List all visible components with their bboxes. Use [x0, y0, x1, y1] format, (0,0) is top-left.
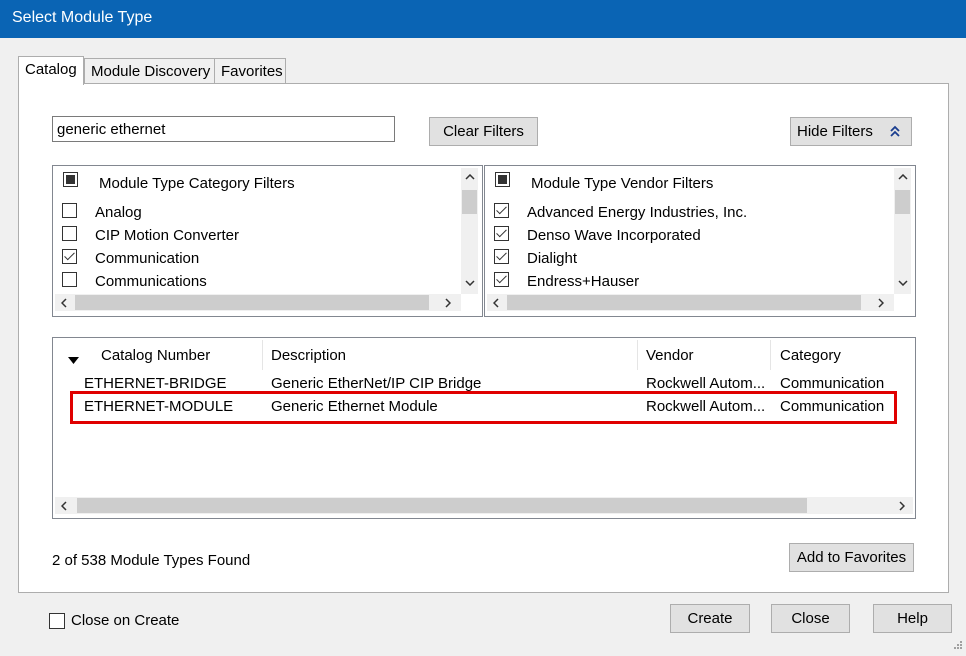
vendor-filters-list: Module Type Vendor Filters Advanced Ener…	[484, 165, 916, 317]
scroll-right-icon[interactable]	[893, 497, 910, 514]
sort-descending-icon[interactable]	[68, 351, 79, 368]
category-horizontal-thumb[interactable]	[75, 295, 429, 310]
tab-catalog-label: Catalog	[25, 61, 77, 78]
scroll-left-icon[interactable]	[55, 497, 72, 514]
create-button[interactable]: Create	[670, 604, 750, 633]
tab-catalog[interactable]: Catalog	[18, 56, 84, 85]
category-communication-label: Communication	[95, 250, 200, 267]
category-communication-checkbox[interactable]	[62, 249, 77, 264]
resize-grip-icon[interactable]	[951, 639, 963, 656]
results-horizontal-scrollbar[interactable]	[55, 497, 913, 514]
tab-favorites-label: Favorites	[221, 63, 283, 80]
tab-module-discovery[interactable]: Module Discovery	[84, 58, 215, 83]
category-horizontal-scrollbar[interactable]	[55, 294, 461, 311]
tab-favorites[interactable]: Favorites	[214, 58, 286, 83]
help-button[interactable]: Help	[873, 604, 952, 633]
results-horizontal-thumb[interactable]	[77, 498, 807, 513]
window-title: Select Module Type	[12, 9, 153, 26]
vendor-advanced-energy-label: Advanced Energy Industries, Inc.	[527, 204, 748, 221]
close-on-create-label: Close on Create	[71, 612, 180, 629]
category-filters-list: Module Type Category Filters Analog CIP …	[52, 165, 483, 317]
vendor-advanced-energy-checkbox[interactable]	[494, 203, 509, 218]
category-communications-label: Communications	[95, 273, 207, 290]
vendor-filters-header: Module Type Vendor Filters	[531, 175, 714, 192]
tab-module-discovery-label: Module Discovery	[91, 63, 211, 80]
vendor-horizontal-thumb[interactable]	[507, 295, 861, 310]
search-input[interactable]	[52, 116, 395, 142]
column-header-description[interactable]: Description	[271, 347, 346, 364]
clear-filters-button[interactable]: Clear Filters	[429, 117, 538, 146]
category-cip-motion-converter-label: CIP Motion Converter	[95, 227, 239, 244]
column-header-vendor[interactable]: Vendor	[646, 347, 694, 364]
row-catalog-number: ETHERNET-BRIDGE	[84, 375, 227, 392]
double-chevron-up-icon	[889, 125, 901, 142]
scroll-down-icon[interactable]	[461, 274, 478, 291]
vendor-endress-hauser-label: Endress+Hauser	[527, 273, 640, 290]
scroll-right-icon[interactable]	[439, 294, 456, 311]
title-bar: Select Module Type	[0, 0, 966, 38]
vendor-endress-hauser-checkbox[interactable]	[494, 272, 509, 287]
column-header-category[interactable]: Category	[780, 347, 841, 364]
vendor-select-all-checkbox[interactable]	[495, 172, 510, 187]
category-cip-motion-converter-checkbox[interactable]	[62, 226, 77, 241]
vendor-vertical-scrollbar[interactable]	[894, 168, 911, 294]
scroll-left-icon[interactable]	[487, 294, 504, 311]
scroll-up-icon[interactable]	[894, 168, 911, 185]
highlight-annotation	[70, 391, 897, 424]
scroll-down-icon[interactable]	[894, 274, 911, 291]
column-separator[interactable]	[262, 340, 263, 370]
add-to-favorites-button[interactable]: Add to Favorites	[789, 543, 914, 572]
scroll-right-icon[interactable]	[872, 294, 889, 311]
column-separator[interactable]	[770, 340, 771, 370]
vendor-horizontal-scrollbar[interactable]	[487, 294, 894, 311]
category-vertical-thumb[interactable]	[462, 190, 477, 214]
hide-filters-button[interactable]: Hide Filters	[790, 117, 912, 146]
close-on-create-checkbox[interactable]	[49, 613, 65, 629]
category-select-all-checkbox[interactable]	[63, 172, 78, 187]
close-button[interactable]: Close	[771, 604, 850, 633]
vendor-vertical-thumb[interactable]	[895, 190, 910, 214]
vendor-dialight-checkbox[interactable]	[494, 249, 509, 264]
hide-filters-label: Hide Filters	[797, 123, 873, 140]
results-header: Catalog Number Description Vendor Catego…	[53, 338, 915, 372]
category-analog-checkbox[interactable]	[62, 203, 77, 218]
scroll-left-icon[interactable]	[55, 294, 72, 311]
category-vertical-scrollbar[interactable]	[461, 168, 478, 294]
module-results-list: Catalog Number Description Vendor Catego…	[52, 337, 916, 519]
category-analog-label: Analog	[95, 204, 142, 221]
results-count-status: 2 of 538 Module Types Found	[52, 552, 251, 569]
vendor-denso-wave-label: Denso Wave Incorporated	[527, 227, 701, 244]
vendor-denso-wave-checkbox[interactable]	[494, 226, 509, 241]
row-vendor: Rockwell Autom...	[646, 375, 766, 392]
category-communications-checkbox[interactable]	[62, 272, 77, 287]
category-filters-header: Module Type Category Filters	[99, 175, 295, 192]
column-header-catalog-number[interactable]: Catalog Number	[101, 347, 210, 364]
row-description: Generic EtherNet/IP CIP Bridge	[271, 375, 482, 392]
row-category: Communication	[780, 375, 885, 392]
column-separator[interactable]	[637, 340, 638, 370]
scroll-up-icon[interactable]	[461, 168, 478, 185]
vendor-dialight-label: Dialight	[527, 250, 578, 267]
